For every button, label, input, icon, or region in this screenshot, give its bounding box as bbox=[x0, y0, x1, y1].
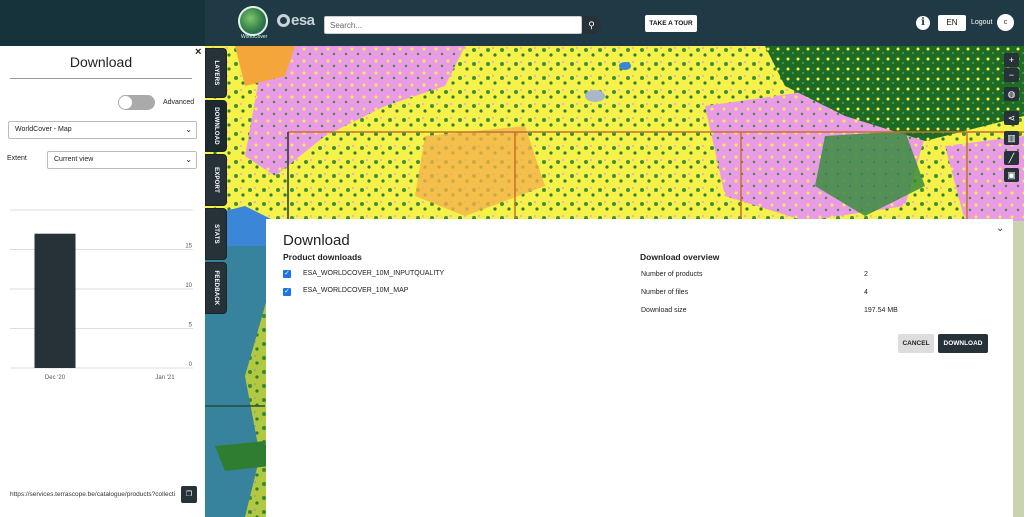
download-side-panel: × Download Advanced WorldCover - Map ⌄ E… bbox=[0, 46, 205, 517]
title-divider bbox=[10, 78, 192, 79]
header-left-strip bbox=[0, 0, 205, 46]
esa-ring-icon bbox=[277, 14, 290, 27]
download-overview-heading: Download overview bbox=[640, 252, 720, 262]
download-dialog: Download ⌄ Product downloads ✓ ESA_WORLD… bbox=[266, 219, 1013, 517]
chart-x-tick-label: Jan '21 bbox=[155, 375, 175, 381]
esa-logo: esa bbox=[277, 12, 315, 29]
overview-label: Number of files bbox=[641, 289, 689, 296]
zoom-out-icon: − bbox=[1008, 70, 1015, 80]
map-view-button[interactable]: ▥ bbox=[1004, 131, 1019, 145]
search-icon: ⚲ bbox=[588, 20, 595, 30]
globe-button[interactable]: ◍ bbox=[1004, 87, 1019, 101]
tab-layers[interactable]: LAYERS bbox=[205, 48, 227, 98]
download-button[interactable]: DOWNLOAD bbox=[938, 334, 988, 353]
top-header: WorldCover esa ⚲ TAKE A TOUR i EN Logout… bbox=[0, 0, 1024, 46]
chevron-down-icon: ⌄ bbox=[996, 223, 1005, 234]
logo-caption: WorldCover bbox=[241, 34, 268, 40]
share-icon: ⋖ bbox=[1007, 113, 1016, 123]
product-checkbox[interactable]: ✓ bbox=[283, 270, 291, 278]
layer-select-value: WorldCover - Map bbox=[15, 126, 72, 133]
info-icon[interactable]: i bbox=[916, 16, 930, 30]
extent-select[interactable]: Current view ⌄ bbox=[47, 151, 197, 169]
avatar[interactable]: c bbox=[997, 14, 1014, 31]
advanced-toggle[interactable] bbox=[118, 95, 155, 110]
extent-select-value: Current view bbox=[54, 156, 94, 163]
panel-title: Download bbox=[69, 54, 133, 70]
catalogue-url[interactable]: https://services.terrascope.be/catalogue… bbox=[10, 491, 175, 498]
ruler-icon: ╱ bbox=[1008, 153, 1015, 163]
extent-label: Extent bbox=[7, 155, 27, 162]
zoom-out-button[interactable]: − bbox=[1004, 68, 1019, 82]
product-name: ESA_WORLDCOVER_10M_MAP bbox=[303, 287, 409, 294]
tab-stats-label: STATS bbox=[213, 224, 219, 244]
search-input[interactable] bbox=[324, 16, 582, 34]
availability-chart: 0 5 10 15 Dec '20 Jan '21 bbox=[10, 209, 193, 381]
chart-y-tick-label: 15 bbox=[185, 244, 192, 250]
advanced-label: Advanced bbox=[163, 99, 195, 106]
layer-select[interactable]: WorldCover - Map ⌄ bbox=[8, 121, 197, 139]
tab-download-label: DOWNLOAD bbox=[213, 107, 219, 145]
zoom-in-button[interactable]: + bbox=[1004, 53, 1019, 67]
copy-url-button[interactable]: ❐ bbox=[181, 486, 197, 503]
measure-button[interactable]: ╱ bbox=[1004, 151, 1019, 165]
tab-layers-label: LAYERS bbox=[213, 60, 219, 86]
zoom-in-icon: + bbox=[1008, 55, 1015, 65]
product-downloads-heading: Product downloads bbox=[283, 252, 362, 262]
tab-export[interactable]: EXPORT bbox=[205, 154, 227, 206]
map-icon: ▥ bbox=[1007, 133, 1016, 143]
toggle-knob bbox=[119, 96, 132, 109]
tab-stats[interactable]: STATS bbox=[205, 208, 227, 260]
search-button[interactable]: ⚲ bbox=[582, 16, 601, 34]
tab-download[interactable]: DOWNLOAD bbox=[205, 100, 227, 152]
cancel-button[interactable]: CANCEL bbox=[898, 334, 934, 353]
take-a-tour-button[interactable]: TAKE A TOUR bbox=[645, 15, 697, 32]
close-panel-button[interactable]: × bbox=[195, 46, 201, 58]
chart-y-tick-label: 5 bbox=[189, 323, 193, 329]
chart-x-tick-label: Dec '20 bbox=[45, 375, 66, 381]
collapse-dialog-button[interactable]: ⌄ bbox=[996, 223, 1004, 234]
fullscreen-icon: ▣ bbox=[1007, 170, 1016, 180]
language-button[interactable]: EN bbox=[938, 15, 966, 31]
logout-link[interactable]: Logout bbox=[971, 19, 992, 26]
product-checkbox[interactable]: ✓ bbox=[283, 288, 291, 296]
worldcover-logo[interactable] bbox=[238, 6, 268, 36]
chart-bar bbox=[34, 233, 76, 368]
tab-feedback-label: FEEDBACK bbox=[213, 270, 219, 306]
overview-value: 197.54 MB bbox=[864, 307, 898, 314]
tab-feedback[interactable]: FEEDBACK bbox=[205, 262, 227, 314]
app-root: + − ◍ ⋖ ▥ ╱ ▣ WorldCover esa ⚲ TAKE A TO… bbox=[0, 0, 1024, 517]
copy-icon: ❐ bbox=[185, 491, 193, 498]
chart-y-tick-label: 0 bbox=[189, 362, 193, 368]
share-button[interactable]: ⋖ bbox=[1004, 111, 1019, 125]
chevron-down-icon: ⌄ bbox=[185, 155, 192, 164]
product-name: ESA_WORLDCOVER_10M_INPUTQUALITY bbox=[303, 270, 445, 277]
globe-icon: ◍ bbox=[1007, 89, 1016, 99]
esa-logo-text: esa bbox=[291, 12, 315, 29]
tab-export-label: EXPORT bbox=[213, 167, 219, 193]
overview-label: Number of products bbox=[641, 271, 703, 278]
overview-value: 2 bbox=[864, 271, 868, 278]
overview-value: 4 bbox=[864, 289, 868, 296]
chart-y-tick-label: 10 bbox=[185, 283, 192, 289]
fullscreen-button[interactable]: ▣ bbox=[1004, 168, 1019, 182]
chevron-down-icon: ⌄ bbox=[185, 125, 192, 134]
dialog-title: Download bbox=[283, 232, 350, 249]
overview-label: Download size bbox=[641, 307, 687, 314]
